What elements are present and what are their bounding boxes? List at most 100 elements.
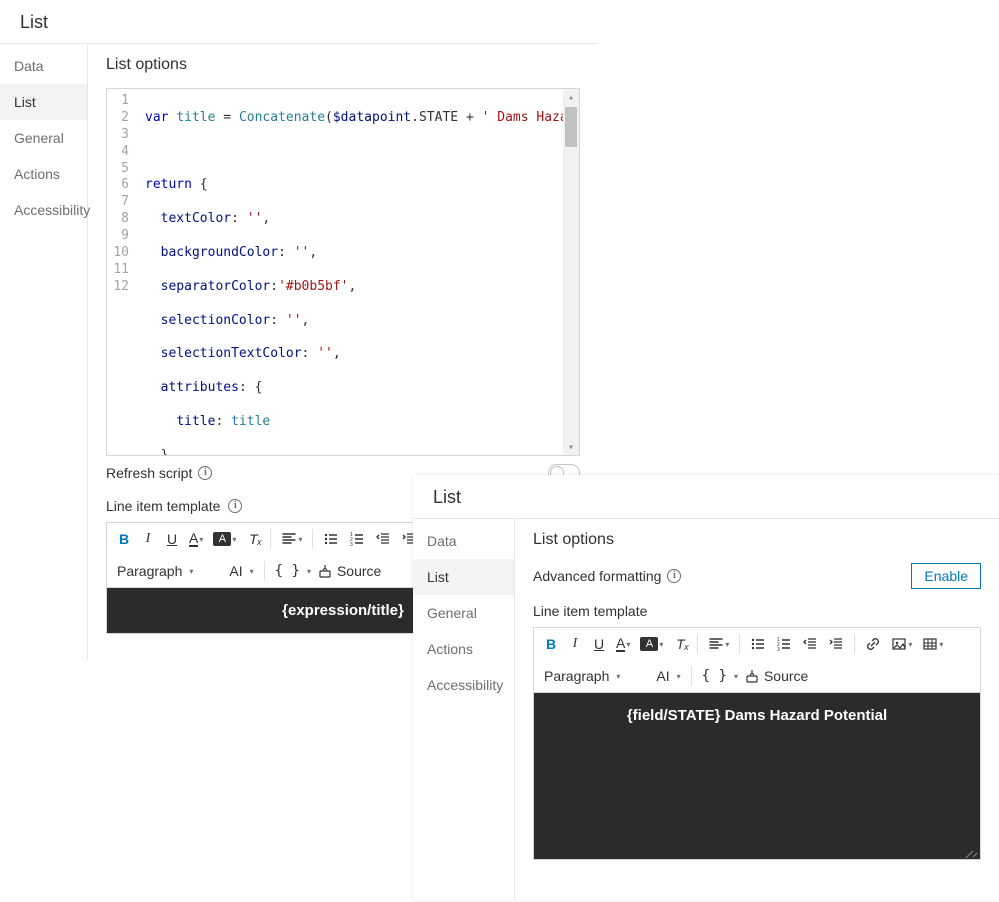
lineitem-label: Line item template xyxy=(106,498,220,514)
source-button[interactable]: Source xyxy=(740,664,812,688)
advanced-formatting-label: Advanced formatting xyxy=(533,568,661,584)
source-label: Source xyxy=(764,668,808,684)
info-icon[interactable]: i xyxy=(228,499,242,513)
indent-button[interactable] xyxy=(824,632,848,656)
image-button[interactable]: ▾ xyxy=(887,632,916,656)
table-icon xyxy=(922,636,938,652)
section-title: List options xyxy=(106,56,580,74)
number-list-button[interactable]: 123 xyxy=(772,632,796,656)
config-panel-b: List Data List General Actions Accessibi… xyxy=(413,475,999,900)
table-button[interactable]: ▾ xyxy=(918,632,947,656)
bullet-list-button[interactable] xyxy=(746,632,770,656)
sidebar-item-general[interactable]: General xyxy=(0,120,87,156)
refresh-label: Refresh script xyxy=(106,465,192,481)
sidebar-item-data[interactable]: Data xyxy=(413,523,514,559)
italic-button[interactable]: I xyxy=(137,527,159,551)
content: List options Advanced formatting i Enabl… xyxy=(515,519,999,900)
align-icon xyxy=(708,636,724,652)
resize-handle[interactable] xyxy=(966,845,978,857)
chevron-down-icon: ▾ xyxy=(307,567,311,576)
paragraph-label: Paragraph xyxy=(117,563,182,579)
align-button[interactable]: ▾ xyxy=(277,527,306,551)
sidebar-item-accessibility[interactable]: Accessibility xyxy=(413,667,514,703)
scroll-thumb[interactable] xyxy=(565,107,577,147)
ai-dropdown[interactable]: AI▾ xyxy=(225,563,257,579)
toolbar-separator xyxy=(739,634,740,654)
font-color-button[interactable]: A▾ xyxy=(185,527,207,551)
outdent-icon xyxy=(375,531,391,547)
clear-format-button[interactable]: Tx xyxy=(669,632,691,656)
ai-label: AI xyxy=(656,668,669,684)
toolbar-separator xyxy=(312,529,313,549)
svg-text:3: 3 xyxy=(350,542,353,547)
lineitem-label: Line item template xyxy=(533,603,981,619)
toolbar-separator xyxy=(270,529,271,549)
chevron-down-icon: ▾ xyxy=(734,672,738,681)
sidebar-item-list[interactable]: List xyxy=(413,559,514,595)
source-button[interactable]: Source xyxy=(313,559,385,583)
sidebar-item-actions[interactable]: Actions xyxy=(0,156,87,192)
preview-text: {field/STATE} Dams Hazard Potential xyxy=(627,707,887,724)
insert-expression-button[interactable]: { } xyxy=(271,559,304,583)
source-icon xyxy=(744,668,760,684)
link-icon xyxy=(865,636,881,652)
align-icon xyxy=(281,531,297,547)
source-label: Source xyxy=(337,563,381,579)
image-icon xyxy=(891,636,907,652)
panel-title: List xyxy=(413,475,999,518)
outdent-icon xyxy=(802,636,818,652)
indent-icon xyxy=(828,636,844,652)
info-icon[interactable]: i xyxy=(198,466,212,480)
sidebar-item-data[interactable]: Data xyxy=(0,48,87,84)
section-title: List options xyxy=(533,531,981,549)
sidebar-item-actions[interactable]: Actions xyxy=(413,631,514,667)
enable-button[interactable]: Enable xyxy=(911,563,981,589)
advanced-formatting-row: Advanced formatting i Enable xyxy=(533,563,981,589)
highlight-button[interactable]: A▾ xyxy=(209,527,240,551)
scroll-up-icon[interactable]: ▴ xyxy=(563,89,579,105)
source-icon xyxy=(317,563,333,579)
rte-preview[interactable]: {field/STATE} Dams Hazard Potential xyxy=(533,692,981,860)
info-icon[interactable]: i xyxy=(667,569,681,583)
italic-button[interactable]: I xyxy=(564,632,586,656)
scroll-down-icon[interactable]: ▾ xyxy=(563,439,579,455)
toolbar-separator xyxy=(691,666,692,686)
bullet-list-button[interactable] xyxy=(319,527,343,551)
font-color-button[interactable]: A▾ xyxy=(612,632,634,656)
toolbar-separator xyxy=(854,634,855,654)
number-list-button[interactable]: 123 xyxy=(345,527,369,551)
outdent-button[interactable] xyxy=(371,527,395,551)
panel-body: Data List General Actions Accessibility … xyxy=(413,518,999,900)
ai-dropdown[interactable]: AI▾ xyxy=(652,668,684,684)
line-gutter: 123456789101112 xyxy=(107,89,139,455)
sidebar-item-general[interactable]: General xyxy=(413,595,514,631)
rte-toolbar-2: Paragraph▾ AI▾ { }▾ Source xyxy=(533,660,981,692)
sidebar-item-list[interactable]: List xyxy=(0,84,87,120)
highlight-button[interactable]: A▾ xyxy=(636,632,667,656)
ai-label: AI xyxy=(229,563,242,579)
bullet-list-icon xyxy=(323,531,339,547)
paragraph-dropdown[interactable]: Paragraph▾ xyxy=(113,563,197,579)
toolbar-separator xyxy=(264,561,265,581)
panel-title: List xyxy=(0,0,598,43)
bold-button[interactable]: B xyxy=(113,527,135,551)
arcade-editor[interactable]: 123456789101112 var title = Concatenate(… xyxy=(106,88,580,456)
preview-text: {expression/title} xyxy=(282,602,404,619)
code-area[interactable]: var title = Concatenate($datapoint.STATE… xyxy=(139,89,579,455)
link-button[interactable] xyxy=(861,632,885,656)
number-list-icon: 123 xyxy=(349,531,365,547)
outdent-button[interactable] xyxy=(798,632,822,656)
number-list-icon: 123 xyxy=(776,636,792,652)
underline-button[interactable]: U xyxy=(161,527,183,551)
clear-format-button[interactable]: Tx xyxy=(242,527,264,551)
align-button[interactable]: ▾ xyxy=(704,632,733,656)
sidebar-item-accessibility[interactable]: Accessibility xyxy=(0,192,87,228)
separator-color-literal: '#b0b5bf' xyxy=(278,279,348,294)
insert-expression-button[interactable]: { } xyxy=(698,664,731,688)
bold-button[interactable]: B xyxy=(540,632,562,656)
toolbar-separator xyxy=(697,634,698,654)
underline-button[interactable]: U xyxy=(588,632,610,656)
paragraph-dropdown[interactable]: Paragraph▾ xyxy=(540,668,624,684)
sidebar: Data List General Actions Accessibility xyxy=(0,44,88,660)
editor-scrollbar[interactable]: ▴ ▾ xyxy=(563,89,579,455)
